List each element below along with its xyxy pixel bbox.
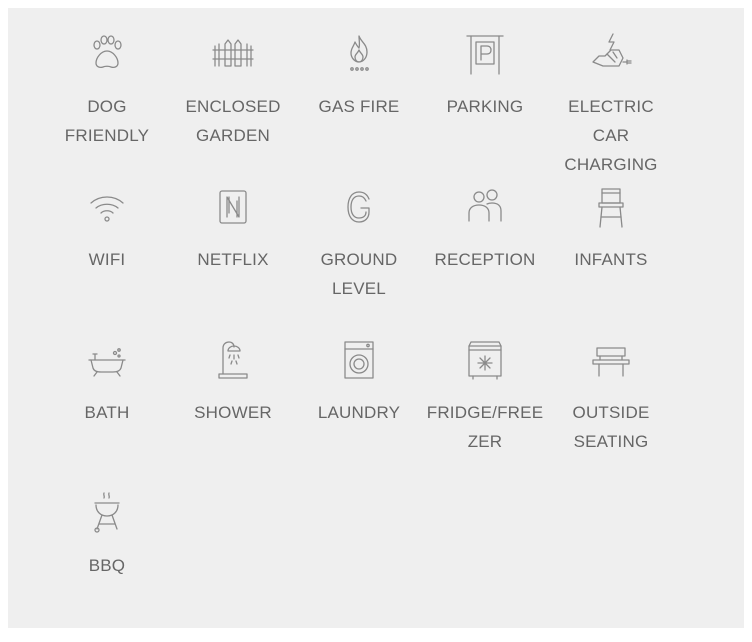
high-chair-icon [587,183,635,231]
amenity-enclosed-garden: ENCLOSED GARDEN [174,30,292,183]
amenity-shower: SHOWER [174,336,292,489]
flame-icon [335,30,383,78]
paw-icon [83,30,131,78]
amenity-label: PARKING [446,97,524,116]
parking-icon [461,30,509,78]
fridge-freezer-icon [461,336,509,384]
amenity-label: OUTSIDE SEATING [572,403,650,451]
amenity-outside-seating: OUTSIDE SEATING [552,336,670,489]
amenity-label: RECEPTION [434,250,536,269]
bathtub-icon [83,336,131,384]
ground-level-icon [335,183,383,231]
amenity-label: ENCLOSED GARDEN [185,97,281,145]
amenity-label: BBQ [88,556,126,575]
amenity-ground-level: GROUND LEVEL [300,183,418,336]
amenity-label: FRIDGE/FREEZER [426,403,544,451]
bbq-icon [83,489,131,537]
amenity-label: BATH [84,403,130,422]
amenity-label: WIFI [88,250,126,269]
amenity-reception: RECEPTION [426,183,544,336]
amenity-label: NETFLIX [197,250,269,269]
amenity-parking: PARKING [426,30,544,183]
amenity-laundry: LAUNDRY [300,336,418,489]
amenity-label: GROUND LEVEL [320,250,398,298]
amenity-label: SHOWER [194,403,272,422]
shower-icon [209,336,257,384]
fence-icon [209,30,257,78]
washing-machine-icon [335,336,383,384]
amenity-gas-fire: GAS FIRE [300,30,418,183]
amenities-panel: DOG FRIENDLY ENCLOSED GARDEN GAS FIRE PA… [8,8,744,628]
netflix-icon [209,183,257,231]
people-icon [461,183,509,231]
amenity-bbq: BBQ [48,489,166,642]
amenity-label: ELECTRIC CAR CHARGING [564,97,658,174]
amenity-label: LAUNDRY [317,403,401,422]
ev-charger-icon [587,30,635,78]
amenity-bath: BATH [48,336,166,489]
bench-icon [587,336,635,384]
amenity-wifi: WIFI [48,183,166,336]
amenity-label: GAS FIRE [318,97,400,116]
amenity-dog-friendly: DOG FRIENDLY [48,30,166,183]
amenity-infants: INFANTS [552,183,670,336]
amenity-fridge-freezer: FRIDGE/FREEZER [426,336,544,489]
amenity-netflix: NETFLIX [174,183,292,336]
amenity-label: INFANTS [574,250,648,269]
amenity-electric-car-charging: ELECTRIC CAR CHARGING [552,30,670,183]
amenity-label: DOG FRIENDLY [64,97,150,145]
amenities-grid: DOG FRIENDLY ENCLOSED GARDEN GAS FIRE PA… [48,30,670,642]
wifi-icon [83,183,131,231]
